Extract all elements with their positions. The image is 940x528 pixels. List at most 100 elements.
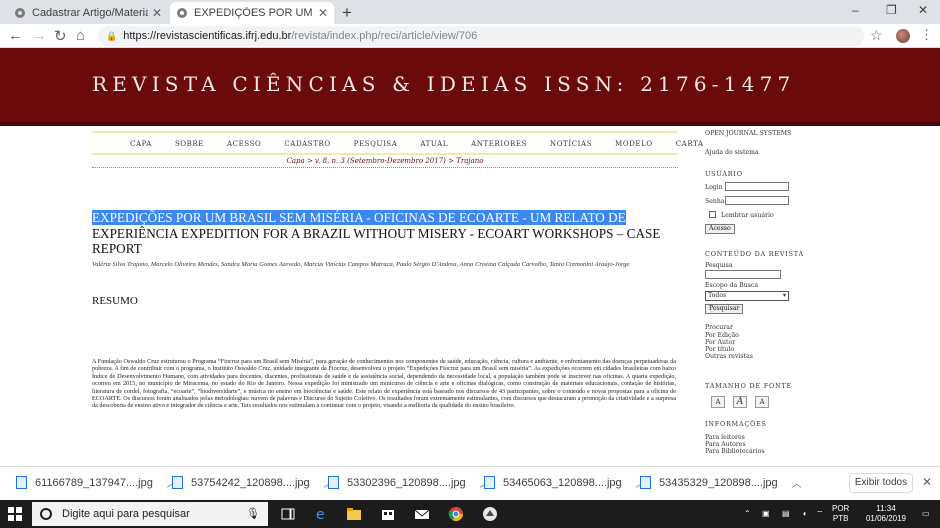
nav-pesquisa[interactable]: PESQUISA	[354, 140, 398, 148]
article-authors: Valéria Silva Trajano, Marcelo Oliveira …	[92, 261, 630, 268]
image-file-icon	[328, 476, 339, 489]
nav-acesso[interactable]: ACESSO	[227, 140, 261, 148]
window-close-button[interactable]: ✕	[918, 3, 928, 17]
search-icon	[40, 508, 52, 520]
menu-kebab-icon[interactable]: ⋮	[920, 27, 933, 43]
show-all-downloads-button[interactable]: Exibir todos	[849, 473, 913, 493]
remember-label: Lembrar usuário	[721, 212, 774, 219]
nav-atual[interactable]: ATUAL	[420, 140, 448, 148]
journal-nav: CAPA SOBRE ACESSO CADASTRO PESQUISA ATUA…	[130, 140, 727, 148]
tab-close-icon[interactable]: ✕	[318, 6, 328, 20]
download-item[interactable]: 53465063_120898....jpg︿	[484, 475, 646, 490]
nav-cadastro[interactable]: CADASTRO	[284, 140, 330, 148]
breadcrumb-separator: >	[445, 157, 457, 165]
nav-noticias[interactable]: NOTÍCIAS	[550, 140, 592, 148]
new-tab-button[interactable]: +	[342, 3, 352, 23]
taskbar-search-box[interactable]: Digite aqui para pesquisar 🎙	[32, 502, 268, 526]
browser-toolbar: ← → ↻ ⌂ 🔒 https://revistascientificas.if…	[0, 24, 940, 48]
password-input[interactable]	[725, 196, 789, 205]
search-button[interactable]: Pesquisar	[705, 304, 744, 314]
nav-capa[interactable]: CAPA	[130, 140, 152, 148]
profile-avatar[interactable]	[896, 29, 910, 43]
edge-browser-icon[interactable]: e	[314, 506, 330, 522]
access-button[interactable]: Acesso	[705, 224, 735, 234]
notifications-icon[interactable]: ▭	[922, 509, 930, 519]
ojs-link[interactable]: OPEN JOURNAL SYSTEMS	[705, 130, 791, 137]
info-librarians-link[interactable]: Para Bibliotecários	[705, 448, 765, 455]
download-item[interactable]: 53302396_120898....jpg︿	[328, 475, 490, 490]
clock-date: 01/06/2019	[865, 514, 907, 523]
reload-icon[interactable]: ↻	[54, 27, 67, 45]
window-restore-button[interactable]: ❐	[886, 3, 897, 17]
breadcrumb-separator: >	[304, 157, 316, 165]
address-bar[interactable]: 🔒 https://revistascientificas.ifrj.edu.b…	[98, 26, 864, 46]
article-title-selected: EXPEDIÇÕES POR UM BRASIL SEM MISÉRIA - O…	[92, 210, 626, 225]
search-input[interactable]	[705, 270, 781, 279]
back-arrow-icon[interactable]: ←	[8, 27, 23, 44]
ojs-favicon-icon	[15, 8, 25, 18]
forward-arrow-icon[interactable]: →	[32, 27, 47, 44]
language-indicator[interactable]: POR PTB	[832, 504, 849, 524]
font-small-button[interactable]: A	[711, 396, 725, 408]
chrome-icon[interactable]	[448, 506, 464, 522]
journal-title: REVISTA CIÊNCIAS & IDEIAS ISSN: 2176-147…	[92, 72, 796, 96]
store-icon[interactable]	[380, 506, 396, 522]
network-icon[interactable]: ▤	[782, 509, 790, 519]
login-input[interactable]	[725, 182, 789, 191]
bookmark-star-icon[interactable]: ☆	[870, 27, 883, 44]
info-readers-link[interactable]: Para leitores	[705, 434, 745, 441]
mail-icon[interactable]	[414, 506, 430, 522]
help-link[interactable]: Ajuda do sistema	[705, 149, 759, 156]
home-icon[interactable]: ⌂	[76, 27, 85, 44]
breadcrumb-capa[interactable]: Capa	[287, 157, 305, 165]
wifi-icon[interactable]: ⌔	[816, 509, 824, 519]
font-default-button[interactable]: A	[733, 396, 747, 408]
breadcrumb-issue[interactable]: v. 8, n. 3 (Setembro-Dezembro 2017)	[315, 157, 446, 165]
task-view-icon[interactable]	[280, 506, 296, 522]
people-icon[interactable]: ▣	[762, 509, 770, 519]
tray-overflow-icon[interactable]: ⌃	[744, 509, 751, 519]
scope-select[interactable]: Todos ▾	[705, 291, 789, 301]
chevron-up-icon[interactable]: ︿	[792, 475, 802, 490]
nav-carta[interactable]: CARTA	[676, 140, 704, 148]
nav-modelo[interactable]: MODELO	[615, 140, 653, 148]
article-title-rest: EXPERIÊNCIA EXPEDITION FOR A BRAZIL WITH…	[92, 225, 661, 257]
tab-cadastrar-artigo[interactable]: Cadastrar Artigo/Material Didáti ✕	[8, 2, 168, 24]
windows-taskbar: Digite aqui para pesquisar 🎙 e ⌃ ▣ ▤ ◖ ⌔…	[0, 500, 940, 528]
user-header: USUÁRIO	[705, 170, 743, 178]
close-shelf-icon[interactable]: ✕	[922, 475, 932, 489]
breadcrumb-current[interactable]: Trajano	[456, 157, 483, 165]
remember-checkbox[interactable]	[709, 211, 716, 218]
tab-expedicoes[interactable]: EXPEDIÇÕES POR UM BRASIL SEM M ✕	[170, 2, 334, 24]
file-explorer-icon[interactable]	[346, 506, 362, 522]
image-file-icon	[484, 476, 495, 489]
download-filename: 53465063_120898....jpg	[503, 476, 622, 489]
article-abstract: A Fundação Oswaldo Cruz estruturou o Pro…	[92, 358, 676, 410]
window-minimize-button[interactable]: –	[852, 3, 859, 17]
info-authors-link[interactable]: Para Autores	[705, 441, 746, 448]
clock[interactable]: 11:34 01/06/2019	[860, 504, 912, 524]
breadcrumb: Capa > v. 8, n. 3 (Setembro-Dezembro 201…	[92, 157, 678, 165]
tab-close-icon[interactable]: ✕	[152, 6, 162, 20]
browser-tab-bar: Cadastrar Artigo/Material Didáti ✕ EXPED…	[0, 0, 940, 24]
nav-sobre[interactable]: SOBRE	[175, 140, 204, 148]
volume-icon[interactable]: ◖	[802, 509, 807, 519]
app-icon[interactable]	[482, 506, 498, 522]
image-file-icon	[640, 476, 651, 489]
browse-by-title-link[interactable]: Por título	[705, 346, 734, 353]
font-large-button[interactable]: A	[755, 396, 769, 408]
ojs-favicon-icon	[177, 8, 187, 18]
download-item[interactable]: 53435329_120898....jpg ︿	[640, 475, 802, 490]
browse-by-issue-link[interactable]: Por Edição	[705, 332, 739, 339]
browse-by-author-link[interactable]: Por Autor	[705, 339, 735, 346]
microphone-icon[interactable]: 🎙	[246, 507, 260, 520]
nav-anteriores[interactable]: ANTERIORES	[471, 140, 527, 148]
banner-divider	[0, 122, 940, 126]
journal-banner: REVISTA CIÊNCIAS & IDEIAS ISSN: 2176-147…	[0, 48, 940, 122]
other-journals-link[interactable]: Outras revistas	[705, 353, 753, 360]
windows-start-icon[interactable]	[8, 507, 22, 521]
download-item[interactable]: 53754242_120898....jpg︿	[172, 475, 334, 490]
font-size-header: TAMANHO DE FONTE	[705, 382, 792, 390]
download-item[interactable]: 61166789_137947....jpg︿	[16, 475, 177, 490]
font-large-label: A	[759, 398, 765, 406]
